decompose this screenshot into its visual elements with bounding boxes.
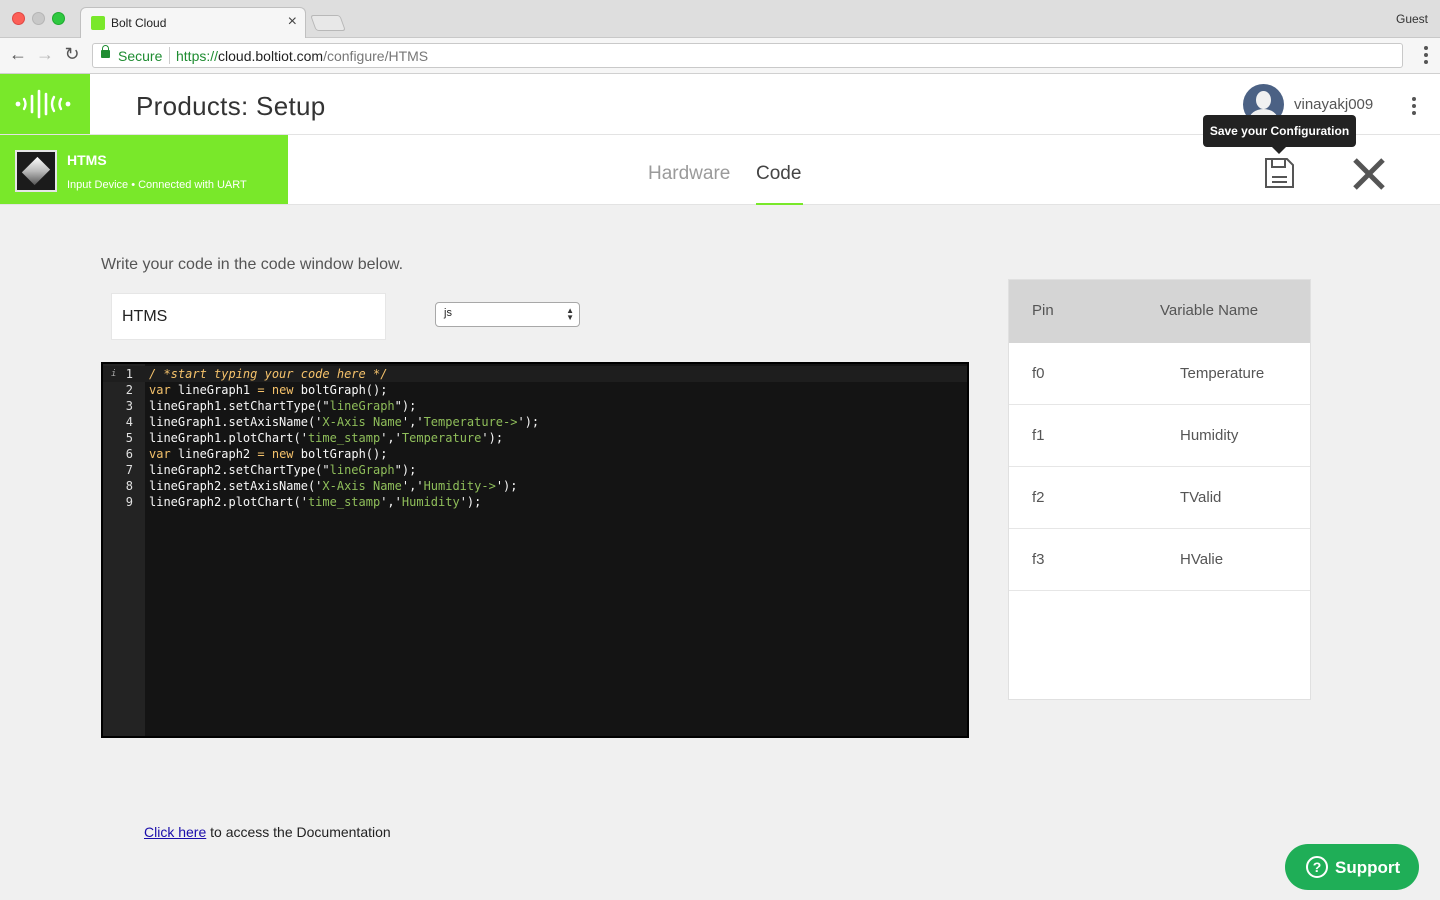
code-text: var lineGraph1 = new boltGraph(); <box>149 383 388 397</box>
line-number: 7 <box>125 463 133 477</box>
variable-cell: TValid <box>1180 489 1222 506</box>
table-row: f2 TValid <box>1009 467 1310 529</box>
code-line[interactable]: 7 lineGraph2.setChartType("lineGraph"); <box>103 462 967 478</box>
window-minimize-button[interactable] <box>32 12 45 25</box>
code-text: lineGraph1.setChartType("lineGraph"); <box>149 399 417 413</box>
table-row: f0 Temperature <box>1009 343 1310 405</box>
file-name-input[interactable] <box>111 293 386 340</box>
username[interactable]: vinayakj009 <box>1294 96 1373 113</box>
url-path: /configure/HTMS <box>323 48 429 64</box>
line-number: 1 <box>125 367 133 381</box>
line-number: 2 <box>125 383 133 397</box>
pin-cell: f0 <box>1032 365 1045 382</box>
url-host: cloud.boltiot.com <box>218 48 324 64</box>
browser-menu-icon[interactable] <box>1424 46 1428 67</box>
code-line[interactable]: 8 lineGraph2.setAxisName('X-Axis Name','H… <box>103 478 967 494</box>
reload-icon[interactable]: ↻ <box>62 44 82 65</box>
code-line[interactable]: 5 lineGraph1.plotChart('time_stamp','Temp… <box>103 430 967 446</box>
floppy-disk-icon[interactable] <box>1263 157 1295 189</box>
select-arrows-icon: ▲ ▼ <box>566 306 574 322</box>
language-select[interactable]: js ▲ ▼ <box>435 302 580 327</box>
product-subtitle: Input Device • Connected with UART <box>67 179 247 191</box>
page-title: Products: Setup <box>136 91 326 121</box>
new-tab-button[interactable] <box>310 15 346 31</box>
tab-title: Bolt Cloud <box>111 16 167 30</box>
tab-hardware[interactable]: Hardware <box>648 163 730 185</box>
active-tab-indicator <box>756 203 803 205</box>
support-button[interactable]: ? Support <box>1285 844 1419 890</box>
code-line[interactable]: 9 lineGraph2.plotChart('time_stamp','Humi… <box>103 494 967 510</box>
browser-toolbar: ← → ↻ Secure https://cloud.boltiot.com/c… <box>0 38 1440 74</box>
code-editor[interactable]: i 1/ *start typing your code here */2 var … <box>101 362 969 738</box>
code-text: var lineGraph2 = new boltGraph(); <box>149 447 388 461</box>
line-number: 8 <box>125 479 133 493</box>
app-menu-icon[interactable] <box>1412 97 1416 118</box>
line-number: 6 <box>125 447 133 461</box>
lock-icon <box>101 45 110 58</box>
url-separator <box>169 47 170 64</box>
profile-label[interactable]: Guest <box>1396 12 1428 26</box>
pin-variable-table: Pin Variable Name f0 Temperature f1 Humi… <box>1008 279 1311 700</box>
forward-arrow-icon[interactable]: → <box>35 44 55 65</box>
code-line[interactable]: 4 lineGraph1.setAxisName('X-Axis Name','T… <box>103 414 967 430</box>
address-bar[interactable]: Secure https://cloud.boltiot.com/configu… <box>92 43 1403 68</box>
product-name: HTMS <box>67 152 107 168</box>
documentation-text: to access the Documentation <box>206 824 391 840</box>
code-text: lineGraph2.setAxisName('X-Axis Name','Hu… <box>149 479 518 493</box>
line-number: 9 <box>125 495 133 509</box>
url-scheme: https:// <box>176 48 219 64</box>
url-text[interactable]: https://cloud.boltiot.com/configure/HTMS <box>176 48 428 64</box>
window-close-button[interactable] <box>12 12 25 25</box>
variable-cell: HValie <box>1180 551 1224 568</box>
product-badge: HTMS Input Device • Connected with UART <box>0 135 288 204</box>
variable-cell: Humidity <box>1180 427 1239 444</box>
bolt-logo-icon[interactable] <box>0 74 90 134</box>
line-number: 5 <box>125 431 133 445</box>
support-label: Support <box>1335 858 1401 877</box>
line-number: 3 <box>125 399 133 413</box>
secure-label: Secure <box>118 48 163 64</box>
browser-tab-bar: Bolt Cloud × Guest <box>0 0 1440 38</box>
variable-cell: Temperature <box>1180 365 1265 382</box>
documentation-note: Click here to access the Documentation <box>144 824 391 840</box>
pin-column-header: Pin <box>1032 302 1054 319</box>
tab-close-icon[interactable]: × <box>288 13 297 31</box>
tab-code[interactable]: Code <box>756 163 801 185</box>
code-text: lineGraph1.plotChart('time_stamp','Tempe… <box>149 431 504 445</box>
pin-cell: f2 <box>1032 489 1045 506</box>
table-header: Pin Variable Name <box>1009 280 1310 343</box>
code-line[interactable]: 6 var lineGraph2 = new boltGraph(); <box>103 446 967 462</box>
code-line[interactable]: i 1/ *start typing your code here */ <box>103 366 967 382</box>
browser-tab[interactable]: Bolt Cloud × <box>80 7 306 38</box>
help-icon: ? <box>1306 856 1328 878</box>
close-icon[interactable] <box>1352 157 1386 191</box>
pin-cell: f3 <box>1032 551 1045 568</box>
back-arrow-icon[interactable]: ← <box>8 44 28 65</box>
code-text: lineGraph2.setChartType("lineGraph"); <box>149 463 417 477</box>
variable-column-header: Variable Name <box>1160 302 1259 319</box>
code-line[interactable]: 3 lineGraph1.setChartType("lineGraph"); <box>103 398 967 414</box>
product-image <box>15 150 57 192</box>
table-row: f1 Humidity <box>1009 405 1310 467</box>
code-text: / *start typing your code here */ <box>149 367 388 381</box>
code-text: lineGraph2.plotChart('time_stamp','Humid… <box>149 495 482 509</box>
documentation-link[interactable]: Click here <box>144 824 206 840</box>
pin-cell: f1 <box>1032 427 1045 444</box>
code-line[interactable]: 2 var lineGraph1 = new boltGraph(); <box>103 382 967 398</box>
language-select-value: js <box>444 307 452 319</box>
line-number: 4 <box>125 415 133 429</box>
table-row: f3 HValie <box>1009 529 1310 591</box>
window-zoom-button[interactable] <box>52 12 65 25</box>
code-text: lineGraph1.setAxisName('X-Axis Name','Te… <box>149 415 540 429</box>
bolt-favicon-icon <box>91 16 105 30</box>
code-instruction: Write your code in the code window below… <box>101 256 404 273</box>
save-tooltip: Save your Configuration <box>1203 115 1356 154</box>
